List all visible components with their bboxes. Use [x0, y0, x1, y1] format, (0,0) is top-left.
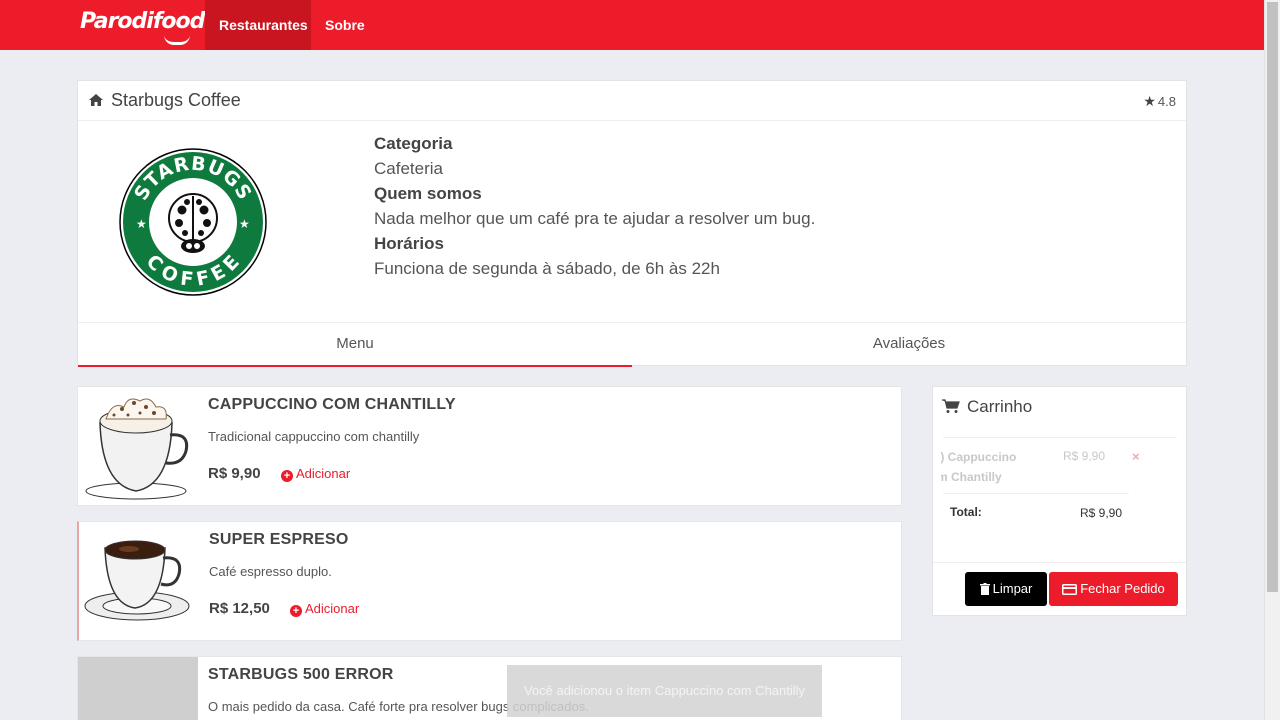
cart-item-name: (1x) Cappuccino com Chantilly	[941, 447, 1041, 487]
product-name: CAPPUCCINO COM CHANTILLY	[208, 396, 456, 413]
product-image-placeholder	[78, 657, 198, 720]
restaurant-rating: ★ 4.8	[1143, 93, 1176, 110]
cappuccino-image	[78, 387, 198, 505]
product-price: R$ 9,90	[208, 465, 261, 482]
clear-label: Limpar	[992, 581, 1033, 596]
info-value-categoria: Cafeteria	[374, 159, 443, 178]
credit-card-icon	[1062, 584, 1078, 595]
clear-cart-button[interactable]: Limpar	[965, 572, 1047, 606]
remove-item-icon[interactable]: ×	[1132, 449, 1140, 464]
checkout-label: Fechar Pedido	[1080, 581, 1165, 596]
svg-text:★: ★	[239, 217, 250, 231]
info-label-categoria: Categoria	[374, 134, 453, 153]
navbar: Parodifood Restaurantes Sobre	[0, 0, 1264, 50]
add-label: Adicionar	[305, 601, 360, 616]
star-icon: ★	[1143, 93, 1156, 109]
cart-item-name-line1: (1x) Cappuccino	[941, 450, 1017, 464]
restaurant-tabs: Menu Avaliações	[78, 322, 1186, 367]
product-name: STARBUGS 500 ERROR	[208, 666, 394, 683]
restaurant-card: Starbugs Coffee ★ 4.8 STARBUGS COFFEE ★ ★	[77, 80, 1187, 367]
starbugs-logo: STARBUGS COFFEE ★ ★	[119, 148, 267, 296]
cart-title: Carrinho	[967, 397, 1033, 416]
add-to-cart-button[interactable]: + Adicionar	[290, 601, 359, 617]
svg-text:★: ★	[136, 217, 147, 231]
plus-circle-icon: +	[290, 605, 302, 617]
add-to-cart-button[interactable]: + Adicionar	[281, 466, 350, 482]
logo-text: Parodifood	[80, 9, 205, 34]
product-description: Café espresso duplo.	[209, 564, 332, 579]
cart-item-name-line2: com Chantilly	[941, 470, 1002, 484]
home-icon	[89, 94, 103, 106]
divider	[943, 437, 1177, 438]
parodifood-logo[interactable]: Parodifood	[80, 9, 205, 45]
product-card: CAPPUCCINO COM CHANTILLY Tradicional cap…	[77, 386, 902, 506]
page-scrollbar[interactable]	[1264, 0, 1280, 720]
product-name: SUPER ESPRESO	[209, 531, 349, 548]
espresso-image	[79, 522, 199, 640]
info-value-horarios: Funciona de segunda à sábado, de 6h às 2…	[374, 259, 720, 278]
product-card: SUPER ESPRESO Café espresso duplo. R$ 12…	[77, 521, 902, 641]
product-price: R$ 12,50	[209, 600, 270, 617]
rating-value: 4.8	[1157, 94, 1176, 109]
add-label: Adicionar	[296, 466, 351, 481]
cart-item-price: R$ 9,90	[1063, 449, 1106, 463]
info-label-quem-somos: Quem somos	[374, 184, 482, 203]
info-value-quem-somos: Nada melhor que um café pra te ajudar a …	[374, 209, 816, 228]
checkout-button[interactable]: Fechar Pedido	[1049, 572, 1178, 606]
restaurant-name: Starbugs Coffee	[111, 90, 241, 110]
cart-panel: Carrinho (1x) Cappuccino com Chantilly R…	[932, 386, 1187, 616]
divider	[943, 493, 1129, 494]
nav-restaurantes[interactable]: Restaurantes	[205, 0, 311, 50]
scrollbar-thumb[interactable]	[1267, 2, 1278, 592]
shopping-cart-icon	[942, 399, 960, 413]
nav-sobre[interactable]: Sobre	[311, 0, 379, 50]
logo-smile-arc	[164, 35, 190, 45]
restaurant-info: Categoria Cafeteria Quem somos Nada melh…	[374, 131, 815, 281]
cart-total-value: R$ 9,90	[1080, 506, 1123, 520]
tab-avaliacoes[interactable]: Avaliações	[632, 323, 1186, 367]
restaurant-header: Starbugs Coffee ★ 4.8	[78, 81, 1186, 121]
info-label-horarios: Horários	[374, 234, 444, 253]
cart-total-label: Total:	[950, 505, 982, 519]
tab-menu[interactable]: Menu	[78, 323, 632, 367]
toast-notification: Você adicionou o item Cappuccino com Cha…	[507, 665, 822, 717]
plus-circle-icon: +	[281, 470, 293, 482]
product-description: Tradicional cappuccino com chantilly	[208, 429, 420, 444]
cart-footer-divider	[933, 562, 1186, 563]
trash-icon	[979, 583, 990, 595]
